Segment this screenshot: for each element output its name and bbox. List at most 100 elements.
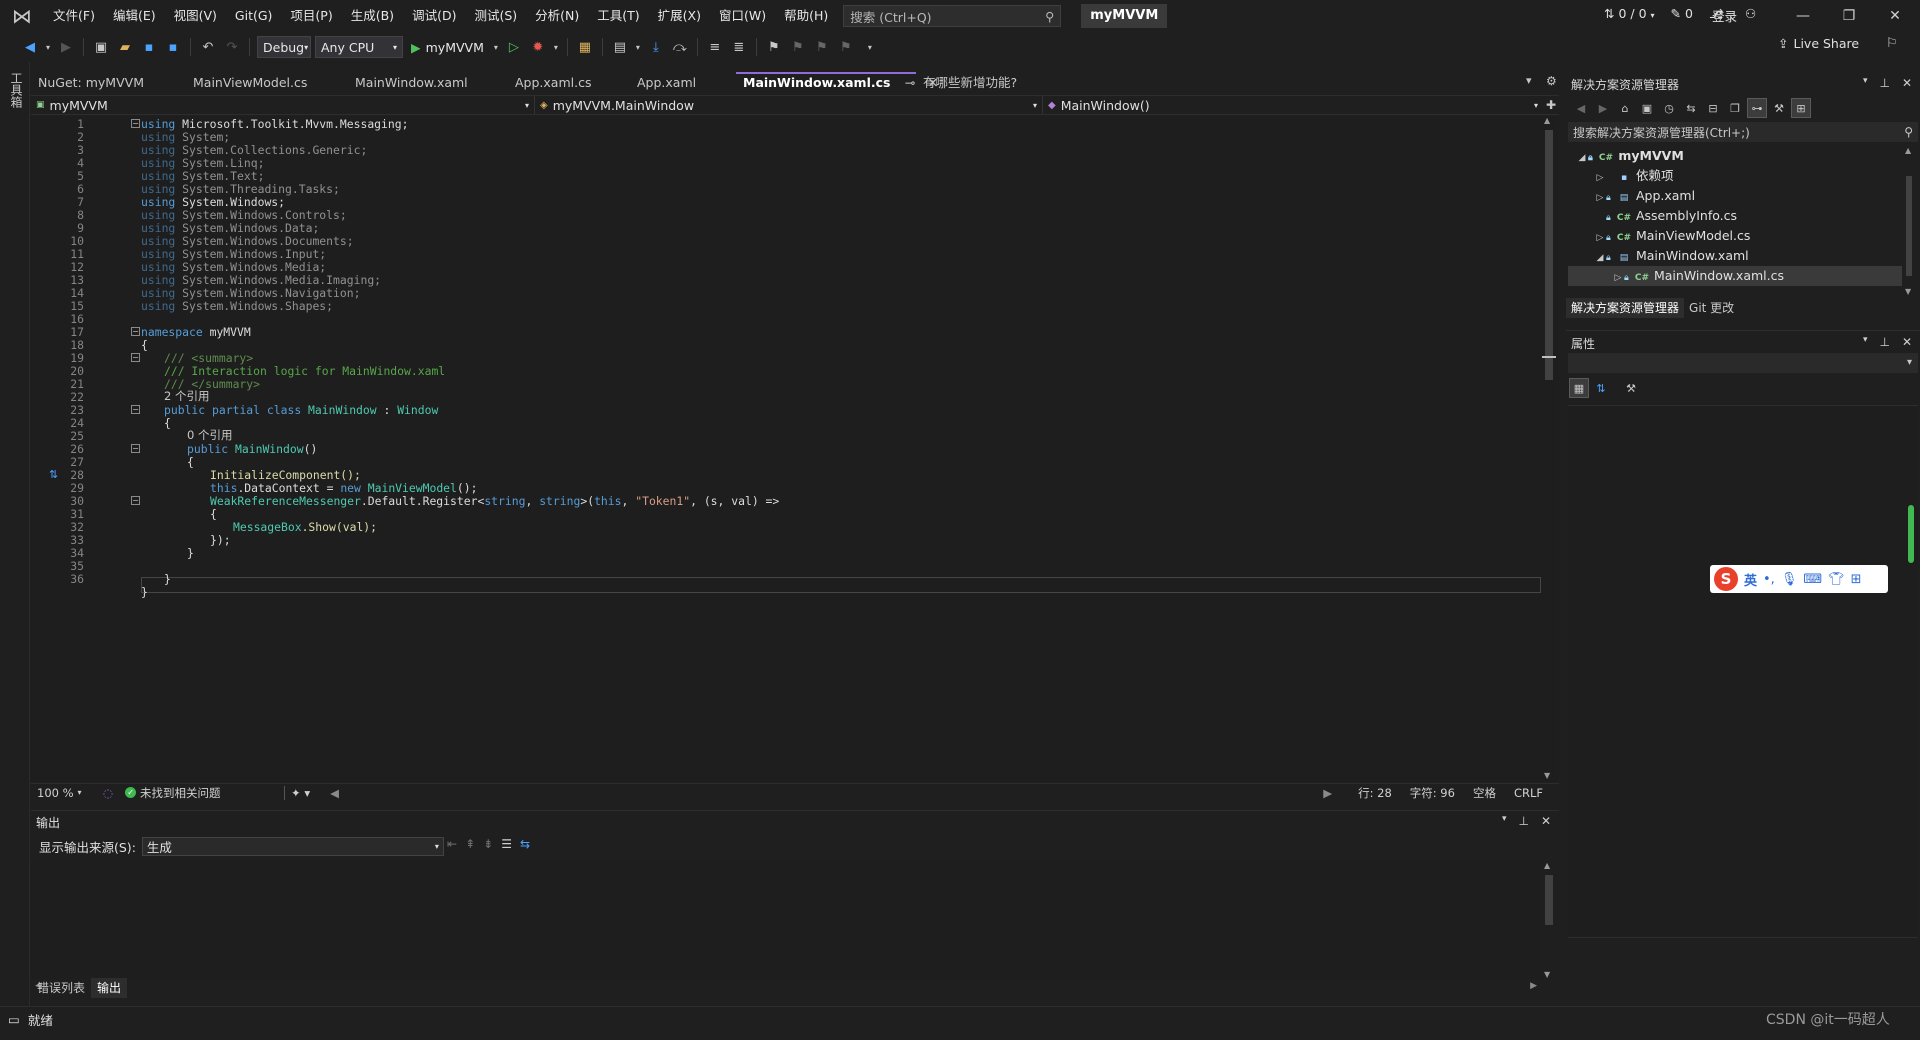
expanded-arrow-icon[interactable]: ◢ <box>1594 248 1606 268</box>
comment-lines-icon[interactable]: ≡ <box>705 36 725 58</box>
tab-app-xaml-cs[interactable]: App.xaml.cs <box>508 72 630 94</box>
pin-icon[interactable]: ⊸ <box>905 75 915 90</box>
pin-icon[interactable]: ⊥ <box>1879 76 1889 90</box>
keyboard-icon[interactable]: ⌨ <box>1803 572 1822 587</box>
dropdown-arrow-icon[interactable]: ▾ <box>634 36 642 58</box>
start-without-debugging-icon[interactable]: ▷ <box>504 36 524 58</box>
output-text-area[interactable] <box>31 861 1541 979</box>
scroll-up-icon[interactable]: ▲ <box>1544 861 1550 870</box>
copilot-icon[interactable]: ◌ <box>97 786 119 800</box>
close-window-button[interactable]: ✕ <box>1872 0 1918 32</box>
clear-bookmarks-icon[interactable]: ⚑ <box>836 36 856 58</box>
scrollbar-thumb[interactable] <box>1906 176 1912 276</box>
tab-mainwindow-xaml-cs[interactable]: MainWindow.xaml.cs ⊸ ✕ <box>736 72 938 94</box>
menu-window[interactable]: 窗口(W) <box>710 4 775 28</box>
account-icon[interactable]: ⚇ <box>1745 6 1756 25</box>
scroll-down-icon[interactable]: ▼ <box>1544 771 1550 780</box>
properties-object-select[interactable]: ▾ <box>1568 353 1918 373</box>
tree-item-app-xaml[interactable]: ▷ 🔒︎ ▤ App.xaml <box>1568 186 1902 206</box>
scroll-right-icon[interactable]: ▶ <box>1530 981 1537 991</box>
solution-tree-scrollbar[interactable]: ▲ ▼ <box>1902 146 1916 296</box>
fold-toggle[interactable]: − <box>131 119 140 128</box>
menu-test[interactable]: 测试(S) <box>465 4 526 28</box>
step-into-icon[interactable]: ⤓ <box>646 36 666 58</box>
platform-select[interactable]: Any CPU ▾ <box>315 36 403 58</box>
source-control-sync[interactable]: ⇅ 0 / 0 ▾ <box>1604 6 1655 21</box>
ime-mode[interactable]: 英 <box>1744 570 1757 589</box>
menu-git[interactable]: Git(G) <box>226 4 282 28</box>
code-cleanup-icon[interactable]: ✦ ▾ <box>284 785 316 800</box>
line-indicator[interactable]: 行: 28 <box>1352 785 1398 801</box>
whitespace-indicator[interactable]: 空格 <box>1467 785 1502 801</box>
show-all-files-icon[interactable]: ❐ <box>1726 99 1744 117</box>
menu-edit[interactable]: 编辑(E) <box>104 4 165 28</box>
layout-icon[interactable]: ▤ <box>610 36 630 58</box>
uncomment-lines-icon[interactable]: ≣ <box>729 36 749 58</box>
toolbar-overflow-icon[interactable]: ▾ <box>860 36 880 58</box>
menu-view[interactable]: 视图(V) <box>165 4 226 28</box>
menu-analyze[interactable]: 分析(N) <box>526 4 588 28</box>
tab-nuget[interactable]: NuGet: myMVVM <box>31 72 186 94</box>
categorized-icon[interactable]: ▦ <box>1569 378 1589 398</box>
tab-git-changes[interactable]: Git 更改 <box>1684 298 1739 318</box>
window-position-icon[interactable]: ▾ <box>1863 76 1868 90</box>
editor-vertical-scrollbar[interactable]: ▲ ▼ <box>1541 116 1557 782</box>
zoom-select[interactable]: 100 % ▾ <box>31 786 97 800</box>
fold-toggle[interactable]: − <box>131 327 140 336</box>
collapsed-arrow-icon[interactable]: ▷ <box>1594 188 1606 208</box>
output-source-select[interactable]: 生成 ▾ <box>141 837 444 856</box>
scroll-up-icon[interactable]: ▲ <box>1544 116 1550 125</box>
navigate-forward-icon[interactable]: ▶ <box>56 36 76 58</box>
fold-toggle[interactable]: − <box>131 496 140 505</box>
clear-all-icon[interactable]: ☰ <box>501 837 512 851</box>
fold-toggle[interactable]: − <box>131 353 140 362</box>
microphone-icon[interactable]: 🎙︎ <box>1781 572 1798 587</box>
feedback-icon[interactable]: ⚐ <box>1886 36 1898 51</box>
minimize-button[interactable]: — <box>1780 0 1826 32</box>
scrollbar-thumb[interactable] <box>1545 130 1553 380</box>
tree-item-mainwindow-xaml[interactable]: ◢ 🔒︎ ▤ MainWindow.xaml <box>1568 246 1902 266</box>
collapse-all-icon[interactable]: ⊟ <box>1704 99 1722 117</box>
pending-changes-icon[interactable]: ◷ <box>1660 99 1678 117</box>
scroll-down-icon[interactable]: ▼ <box>1544 970 1550 979</box>
alphabetical-icon[interactable]: ⇅ <box>1592 379 1610 397</box>
sync-icon[interactable]: ⇆ <box>1682 99 1700 117</box>
find-message-icon[interactable]: ⇤ <box>447 837 457 851</box>
notification-icon[interactable]: ▭ <box>8 1012 20 1027</box>
collapsed-arrow-icon[interactable]: ▷ <box>1612 268 1624 288</box>
close-icon[interactable]: ✕ <box>1541 814 1551 828</box>
live-share-button[interactable]: ⇪ Live Share <box>1778 36 1859 51</box>
fold-toggle[interactable]: − <box>131 444 140 453</box>
tab-mainviewmodel[interactable]: MainViewModel.cs <box>186 72 348 94</box>
tab-app-xaml[interactable]: App.xaml <box>630 72 736 94</box>
window-position-icon[interactable]: ▾ <box>1863 335 1868 349</box>
tree-item-dependencies[interactable]: ▷ ▪ 依赖项 <box>1568 166 1902 186</box>
tree-item-project[interactable]: ◢ 🔒︎ C# myMVVM <box>1568 146 1902 166</box>
scroll-right-icon[interactable]: ▶ <box>1317 786 1338 800</box>
back-icon[interactable]: ◀ <box>1572 99 1590 117</box>
home-icon[interactable]: ⌂ <box>1616 99 1634 117</box>
tab-mainwindow-xaml[interactable]: MainWindow.xaml <box>348 72 508 94</box>
dropdown-arrow-icon[interactable]: ▾ <box>44 36 52 58</box>
menu-debug[interactable]: 调试(D) <box>403 4 465 28</box>
tab-whats-new[interactable]: 有哪些新增功能? <box>916 72 1046 94</box>
undo-icon[interactable]: ↶ <box>198 36 218 58</box>
save-all-icon[interactable]: ▪ <box>163 36 183 58</box>
code-text[interactable]: using Microsoft.Toolkit.Mvvm.Messaging; … <box>141 116 1541 782</box>
menu-file[interactable]: 文件(F) <box>44 4 104 28</box>
menu-tools[interactable]: 工具(T) <box>588 4 648 28</box>
dropdown-arrow-icon[interactable]: ▾ <box>492 36 500 58</box>
sogou-logo-icon[interactable]: S <box>1714 567 1738 591</box>
save-icon[interactable]: ▪ <box>139 36 159 58</box>
issues-indicator[interactable]: ✓ 未找到相关问题 <box>119 785 284 801</box>
property-pages-icon[interactable]: ⚒ <box>1622 379 1640 397</box>
line-ending-indicator[interactable]: CRLF <box>1508 786 1549 800</box>
active-doc-sync-icon[interactable]: ⊶ <box>1747 98 1767 118</box>
prev-bookmark-icon[interactable]: ⚑ <box>788 36 808 58</box>
start-debugging-button[interactable]: ▶ myMVVM <box>407 40 488 55</box>
dropdown-arrow-icon[interactable]: ▾ <box>552 36 560 58</box>
tree-item-assemblyinfo[interactable]: 🔒︎ C# AssemblyInfo.cs <box>1568 206 1902 226</box>
pin-icon[interactable]: ⊥ <box>1879 335 1889 349</box>
menu-project[interactable]: 项目(P) <box>281 4 341 28</box>
open-file-icon[interactable]: ▰ <box>115 36 135 58</box>
